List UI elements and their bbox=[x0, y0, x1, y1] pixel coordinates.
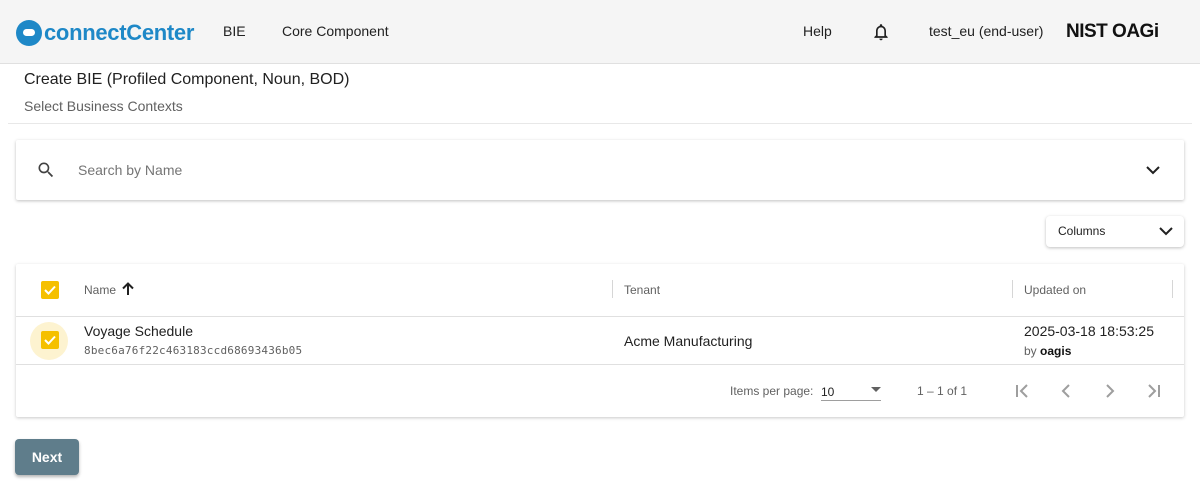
page-title: Create BIE (Profiled Component, Noun, BO… bbox=[24, 71, 350, 88]
items-per-page-label: Items per page: bbox=[730, 384, 814, 398]
select-all-checkbox[interactable] bbox=[41, 281, 59, 299]
column-separator bbox=[1012, 280, 1013, 298]
columns-button[interactable]: Columns bbox=[1046, 216, 1184, 247]
notifications-bell-icon[interactable] bbox=[871, 22, 891, 42]
row-updated-by: by oagis bbox=[1024, 344, 1071, 358]
logo-mark-icon bbox=[16, 20, 42, 46]
sort-ascending-arrow-icon[interactable] bbox=[120, 281, 136, 297]
dropdown-caret-icon bbox=[871, 387, 881, 392]
bizctx-table: Name Tenant Updated on Voyage Schedule 8… bbox=[16, 264, 1184, 417]
search-icon bbox=[36, 160, 56, 180]
header-updated-on[interactable]: Updated on bbox=[1024, 283, 1086, 297]
row-updated-by-user: oagis bbox=[1040, 344, 1072, 358]
column-separator bbox=[612, 280, 613, 298]
row-guid: 8bec6a76f22c463183ccd68693436b05 bbox=[84, 344, 303, 357]
column-separator bbox=[1172, 280, 1173, 298]
columns-button-label: Columns bbox=[1058, 224, 1106, 238]
last-page-icon[interactable] bbox=[1144, 381, 1164, 401]
row-divider bbox=[16, 364, 1184, 365]
header-tenant[interactable]: Tenant bbox=[624, 283, 660, 297]
next-page-icon[interactable] bbox=[1100, 381, 1120, 401]
help-link[interactable]: Help bbox=[803, 23, 832, 39]
expand-search-chevron-down-icon[interactable] bbox=[1144, 162, 1162, 178]
top-bar: connectCenter BIE Core Component Help te… bbox=[0, 0, 1200, 64]
row-checkbox[interactable] bbox=[41, 331, 59, 349]
search-panel bbox=[16, 140, 1184, 200]
chevron-down-icon bbox=[1158, 224, 1174, 238]
row-divider bbox=[16, 316, 1184, 317]
search-input[interactable] bbox=[78, 160, 1078, 180]
row-updated-on: 2025-03-18 18:53:25 bbox=[1024, 323, 1154, 339]
partner-logo: NIST OAGi bbox=[1066, 21, 1159, 42]
page-subtitle: Select Business Contexts bbox=[24, 98, 183, 114]
row-name: Voyage Schedule bbox=[84, 323, 193, 339]
row-updated-by-prefix: by bbox=[1024, 344, 1037, 358]
logo-text: connectCenter bbox=[44, 20, 195, 45]
app-logo[interactable]: connectCenter bbox=[16, 20, 194, 46]
nav-bie[interactable]: BIE bbox=[223, 23, 246, 39]
nav-core-component[interactable]: Core Component bbox=[282, 23, 389, 39]
user-menu[interactable]: test_eu (end-user) bbox=[929, 23, 1043, 39]
previous-page-icon[interactable] bbox=[1056, 381, 1076, 401]
next-button[interactable]: Next bbox=[15, 439, 79, 475]
row-tenant: Acme Manufacturing bbox=[624, 333, 753, 349]
items-per-page-value: 10 bbox=[821, 385, 835, 399]
items-per-page-select[interactable]: 10 bbox=[821, 381, 881, 401]
first-page-icon[interactable] bbox=[1012, 381, 1032, 401]
page-range-label: 1 – 1 of 1 bbox=[917, 384, 968, 398]
header-name[interactable]: Name bbox=[84, 283, 116, 297]
divider bbox=[8, 123, 1192, 124]
